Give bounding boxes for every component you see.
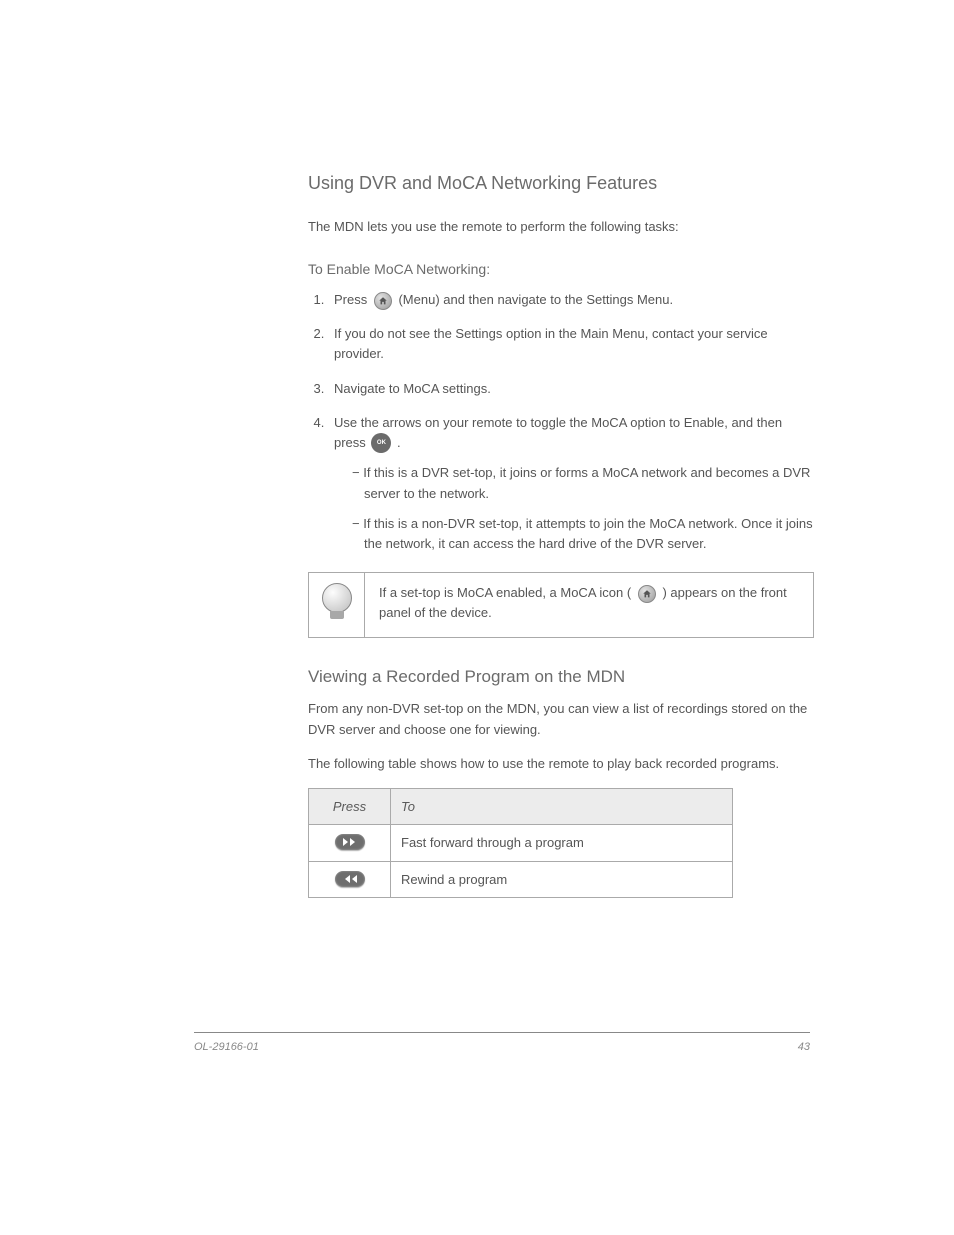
table-row: Rewind a program: [309, 861, 733, 898]
th-press: Press: [309, 788, 391, 825]
step-1-pre: Press: [334, 292, 371, 307]
table-row: Fast forward through a program: [309, 825, 733, 862]
step-1-post: (Menu) and then navigate to the Settings…: [398, 292, 673, 307]
rewind-icon: [335, 871, 365, 887]
footer-page-number: 43: [798, 1039, 810, 1056]
step-4: Use the arrows on your remote to toggle …: [328, 413, 814, 554]
sub-dvr: If this is a DVR set-top, it joins or fo…: [352, 463, 814, 503]
ok-button-icon: OK: [371, 433, 391, 453]
step-4-post: .: [397, 435, 401, 450]
footer-doc-id: OL-29166-01: [194, 1039, 259, 1056]
sub-nondvr: If this is a non-DVR set-top, it attempt…: [352, 514, 814, 554]
steps-list: Press (Menu) and then navigate to the Se…: [308, 290, 814, 554]
step-2: If you do not see the Settings option in…: [328, 324, 814, 364]
remote-buttons-table: Press To Fast forward through a program: [308, 788, 733, 899]
moca-home-icon: [638, 585, 656, 603]
row-rw-label: Rewind a program: [391, 861, 733, 898]
home-icon: [374, 292, 392, 310]
tip-icon-cell: [309, 573, 365, 637]
step-4-pre: Use the arrows on your remote to toggle …: [334, 415, 782, 450]
fast-forward-icon: [335, 834, 365, 850]
page-header: Using DVR and MoCA Networking Features: [308, 170, 814, 197]
section-enable-moca: To Enable MoCA Networking:: [308, 259, 814, 280]
th-to: To: [391, 788, 733, 825]
tip-box: If a set-top is MoCA enabled, a MoCA ico…: [308, 572, 814, 638]
intro-text: The MDN lets you use the remote to perfo…: [308, 217, 814, 237]
section-viewing-recorded: Viewing a Recorded Program on the MDN: [308, 664, 814, 690]
body3: The following table shows how to use the…: [308, 754, 814, 774]
page-footer: OL-29166-01 43: [194, 1032, 810, 1056]
body2: From any non-DVR set-top on the MDN, you…: [308, 699, 814, 739]
step-4-subitems: If this is a DVR set-top, it joins or fo…: [334, 463, 814, 554]
row-ff-label: Fast forward through a program: [391, 825, 733, 862]
tip-pre: If a set-top is MoCA enabled, a MoCA ico…: [379, 585, 631, 600]
step-3: Navigate to MoCA settings.: [328, 379, 814, 399]
lightbulb-icon: [320, 583, 354, 627]
tip-text: If a set-top is MoCA enabled, a MoCA ico…: [365, 573, 813, 637]
step-1: Press (Menu) and then navigate to the Se…: [328, 290, 814, 310]
